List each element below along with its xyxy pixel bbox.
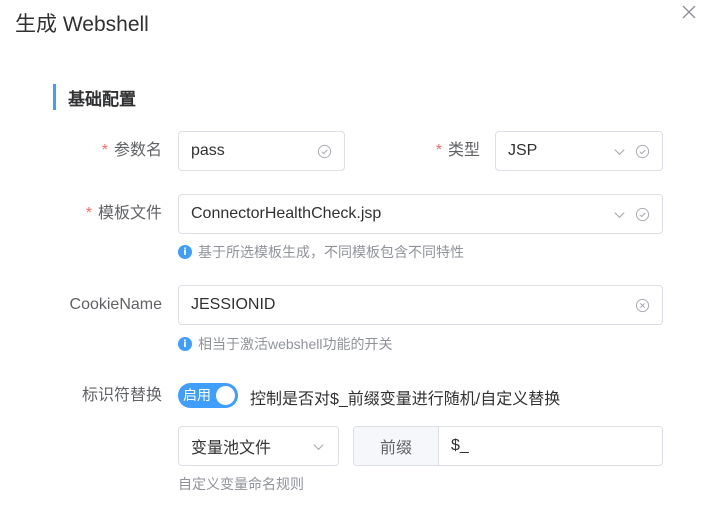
required-mark: * (85, 205, 92, 222)
dialog-title: 生成 Webshell (15, 13, 149, 36)
type-select-value: JSP (508, 142, 538, 159)
cookie-name-label: CookieName (69, 296, 162, 313)
chevron-down-icon (614, 148, 625, 155)
param-name-label: * 参数名 (101, 142, 162, 159)
prefix-label: 前缀 (354, 427, 439, 465)
param-name-value: pass (191, 142, 225, 159)
check-circle-icon (317, 144, 332, 158)
naming-rule-hint: 自定义变量命名规则 (178, 476, 304, 492)
clear-circle-icon[interactable] (635, 298, 650, 313)
chevron-down-icon (313, 443, 324, 450)
template-hint: i 基于所选模板生成，不同模板包含不同特性 (178, 242, 464, 262)
identifier-toggle-knob (216, 386, 235, 405)
check-circle-icon (635, 207, 650, 221)
identifier-toggle-text: 启用 (183, 387, 211, 403)
variable-source-value: 变量池文件 (191, 440, 272, 457)
type-label: * 类型 (435, 142, 480, 159)
template-select-value: ConnectorHealthCheck.jsp (191, 205, 382, 222)
section-header: 基础配置 (53, 83, 136, 111)
check-circle-icon (635, 144, 650, 158)
close-icon[interactable] (680, 3, 698, 21)
info-icon: i (178, 337, 192, 351)
prefix-input-group: 前缀 $_ (353, 426, 663, 466)
type-select[interactable]: JSP (495, 131, 663, 171)
template-select[interactable]: ConnectorHealthCheck.jsp (178, 194, 663, 234)
identifier-toggle[interactable]: 启用 (178, 383, 238, 408)
chevron-down-icon (614, 211, 625, 218)
cookie-name-input[interactable]: JESSIONID (178, 285, 663, 325)
required-mark: * (101, 142, 108, 159)
required-mark: * (435, 142, 442, 159)
template-label: * 模板文件 (85, 205, 162, 222)
param-name-input[interactable]: pass (178, 131, 345, 171)
template-hint-text: 基于所选模板生成，不同模板包含不同特性 (198, 244, 464, 260)
section-title: 基础配置 (68, 89, 136, 109)
identifier-description: 控制是否对$_前缀变量进行随机/自定义替换 (250, 391, 561, 408)
variable-source-select[interactable]: 变量池文件 (178, 426, 339, 466)
info-icon: i (178, 245, 192, 259)
section-accent-bar (53, 84, 56, 110)
cookie-name-hint-text: 相当于激活webshell功能的开关 (198, 336, 393, 352)
identifier-label: 标识符替换 (81, 387, 162, 404)
cookie-name-hint: i 相当于激活webshell功能的开关 (178, 334, 392, 354)
prefix-input[interactable]: $_ (439, 427, 662, 465)
cookie-name-value: JESSIONID (191, 296, 276, 313)
